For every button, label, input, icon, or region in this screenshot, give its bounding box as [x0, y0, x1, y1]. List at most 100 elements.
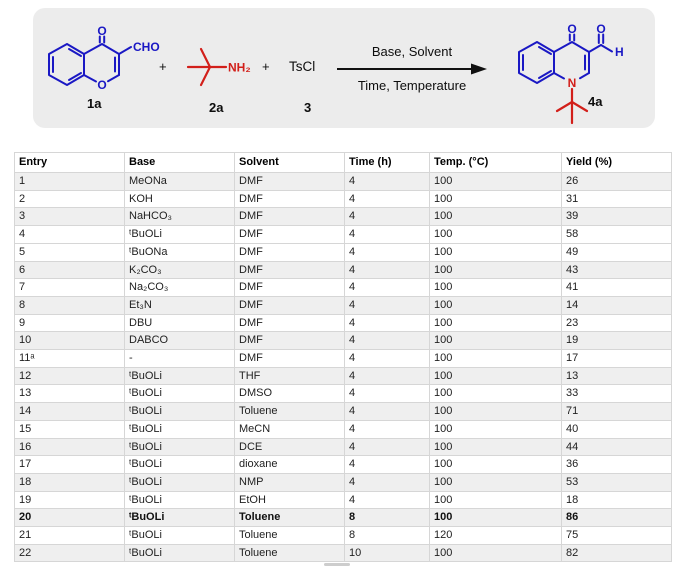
- table-row: 14 ᵗBuOLi Toluene 4 100 71: [15, 403, 672, 421]
- cell-entry: 7: [15, 279, 125, 297]
- table-row: 9 DBU DMF 4 100 23: [15, 314, 672, 332]
- cell-solvent: EtOH: [235, 491, 345, 509]
- cell-time: 4: [345, 173, 430, 191]
- cell-solvent: DMF: [235, 332, 345, 350]
- cell-temp: 100: [430, 332, 562, 350]
- header-base: Base: [125, 153, 235, 173]
- table-row: 3 NaHCO₃ DMF 4 100 39: [15, 208, 672, 226]
- cell-temp: 100: [430, 420, 562, 438]
- horizontal-scrollbar-thumb[interactable]: [324, 563, 350, 566]
- cell-time: 4: [345, 261, 430, 279]
- cell-time: 4: [345, 226, 430, 244]
- table-row: 8 Et₃N DMF 4 100 14: [15, 296, 672, 314]
- table-row: 5 ᵗBuONa DMF 4 100 49: [15, 243, 672, 261]
- cell-time: 4: [345, 385, 430, 403]
- compound-label-3: 3: [304, 100, 311, 115]
- cell-entry: 2: [15, 190, 125, 208]
- cell-yield: 39: [562, 208, 672, 226]
- cell-temp: 100: [430, 314, 562, 332]
- cell-time: 4: [345, 473, 430, 491]
- cell-entry: 18: [15, 473, 125, 491]
- header-temp: Temp. (°C): [430, 153, 562, 173]
- cell-solvent: DMF: [235, 208, 345, 226]
- cell-time: 4: [345, 296, 430, 314]
- cell-temp: 100: [430, 261, 562, 279]
- table-row: 13 ᵗBuOLi DMSO 4 100 33: [15, 385, 672, 403]
- cell-entry: 8: [15, 296, 125, 314]
- cell-solvent: DMF: [235, 350, 345, 368]
- cell-solvent: Toluene: [235, 527, 345, 545]
- cell-time: 4: [345, 279, 430, 297]
- cell-entry: 5: [15, 243, 125, 261]
- cho-label-1a: CHO: [133, 40, 160, 54]
- cell-yield: 43: [562, 261, 672, 279]
- cell-yield: 82: [562, 544, 672, 562]
- cell-base: ᵗBuOLi: [125, 367, 235, 385]
- cell-base: ᵗBuOLi: [125, 403, 235, 421]
- cell-time: 4: [345, 367, 430, 385]
- table-row: 21 ᵗBuOLi Toluene 8 120 75: [15, 527, 672, 545]
- cell-temp: 100: [430, 438, 562, 456]
- cell-yield: 14: [562, 296, 672, 314]
- cell-base: ᵗBuOLi: [125, 438, 235, 456]
- cell-entry: 1: [15, 173, 125, 191]
- cell-entry: 17: [15, 456, 125, 474]
- cell-temp: 100: [430, 403, 562, 421]
- cell-temp: 100: [430, 385, 562, 403]
- cell-yield: 58: [562, 226, 672, 244]
- table-row: 11ᵃ - DMF 4 100 17: [15, 350, 672, 368]
- cell-base: ᵗBuONa: [125, 243, 235, 261]
- cell-solvent: Toluene: [235, 544, 345, 562]
- cell-entry: 11ᵃ: [15, 350, 125, 368]
- cell-temp: 120: [430, 527, 562, 545]
- cell-solvent: NMP: [235, 473, 345, 491]
- cell-entry: 3: [15, 208, 125, 226]
- cell-base: DBU: [125, 314, 235, 332]
- cell-solvent: Toluene: [235, 403, 345, 421]
- o-ring-label-1a: O: [97, 78, 106, 92]
- cell-time: 8: [345, 509, 430, 527]
- molecule-2a-structure: NH₂: [185, 46, 280, 106]
- cell-time: 8: [345, 527, 430, 545]
- cell-entry: 6: [15, 261, 125, 279]
- header-solvent: Solvent: [235, 153, 345, 173]
- cell-yield: 71: [562, 403, 672, 421]
- cell-base: K₂CO₃: [125, 261, 235, 279]
- o-top-label-4a: O: [567, 22, 576, 36]
- cell-time: 4: [345, 243, 430, 261]
- reaction-arrow: [337, 62, 487, 76]
- cell-solvent: DMF: [235, 243, 345, 261]
- table-row: 10 DABCO DMF 4 100 19: [15, 332, 672, 350]
- cell-base: -: [125, 350, 235, 368]
- header-entry: Entry: [15, 153, 125, 173]
- cell-base: KOH: [125, 190, 235, 208]
- cell-yield: 18: [562, 491, 672, 509]
- cell-entry: 19: [15, 491, 125, 509]
- compound-label-4a: 4a: [588, 94, 602, 109]
- conditions-above-arrow: Base, Solvent: [333, 44, 491, 59]
- cell-solvent: DMF: [235, 173, 345, 191]
- cell-entry: 14: [15, 403, 125, 421]
- cell-yield: 75: [562, 527, 672, 545]
- cell-base: ᵗBuOLi: [125, 473, 235, 491]
- h-label-4a: H: [615, 45, 624, 59]
- cell-time: 4: [345, 491, 430, 509]
- table-row: 6 K₂CO₃ DMF 4 100 43: [15, 261, 672, 279]
- cell-solvent: dioxane: [235, 456, 345, 474]
- nh2-label-2a: NH₂: [228, 61, 251, 75]
- compound-label-2a: 2a: [209, 100, 223, 115]
- cell-base: DABCO: [125, 332, 235, 350]
- cell-base: Et₃N: [125, 296, 235, 314]
- cell-time: 4: [345, 438, 430, 456]
- cell-yield: 86: [562, 509, 672, 527]
- cell-yield: 53: [562, 473, 672, 491]
- table-body: 1 MeONa DMF 4 100 26 2 KOH DMF 4 100 31 …: [15, 173, 672, 562]
- cell-temp: 100: [430, 173, 562, 191]
- cell-temp: 100: [430, 456, 562, 474]
- cell-time: 4: [345, 420, 430, 438]
- conditions-below-arrow: Time, Temperature: [333, 78, 491, 93]
- cell-base: ᵗBuOLi: [125, 509, 235, 527]
- cell-entry: 10: [15, 332, 125, 350]
- cell-solvent: DCE: [235, 438, 345, 456]
- cell-yield: 31: [562, 190, 672, 208]
